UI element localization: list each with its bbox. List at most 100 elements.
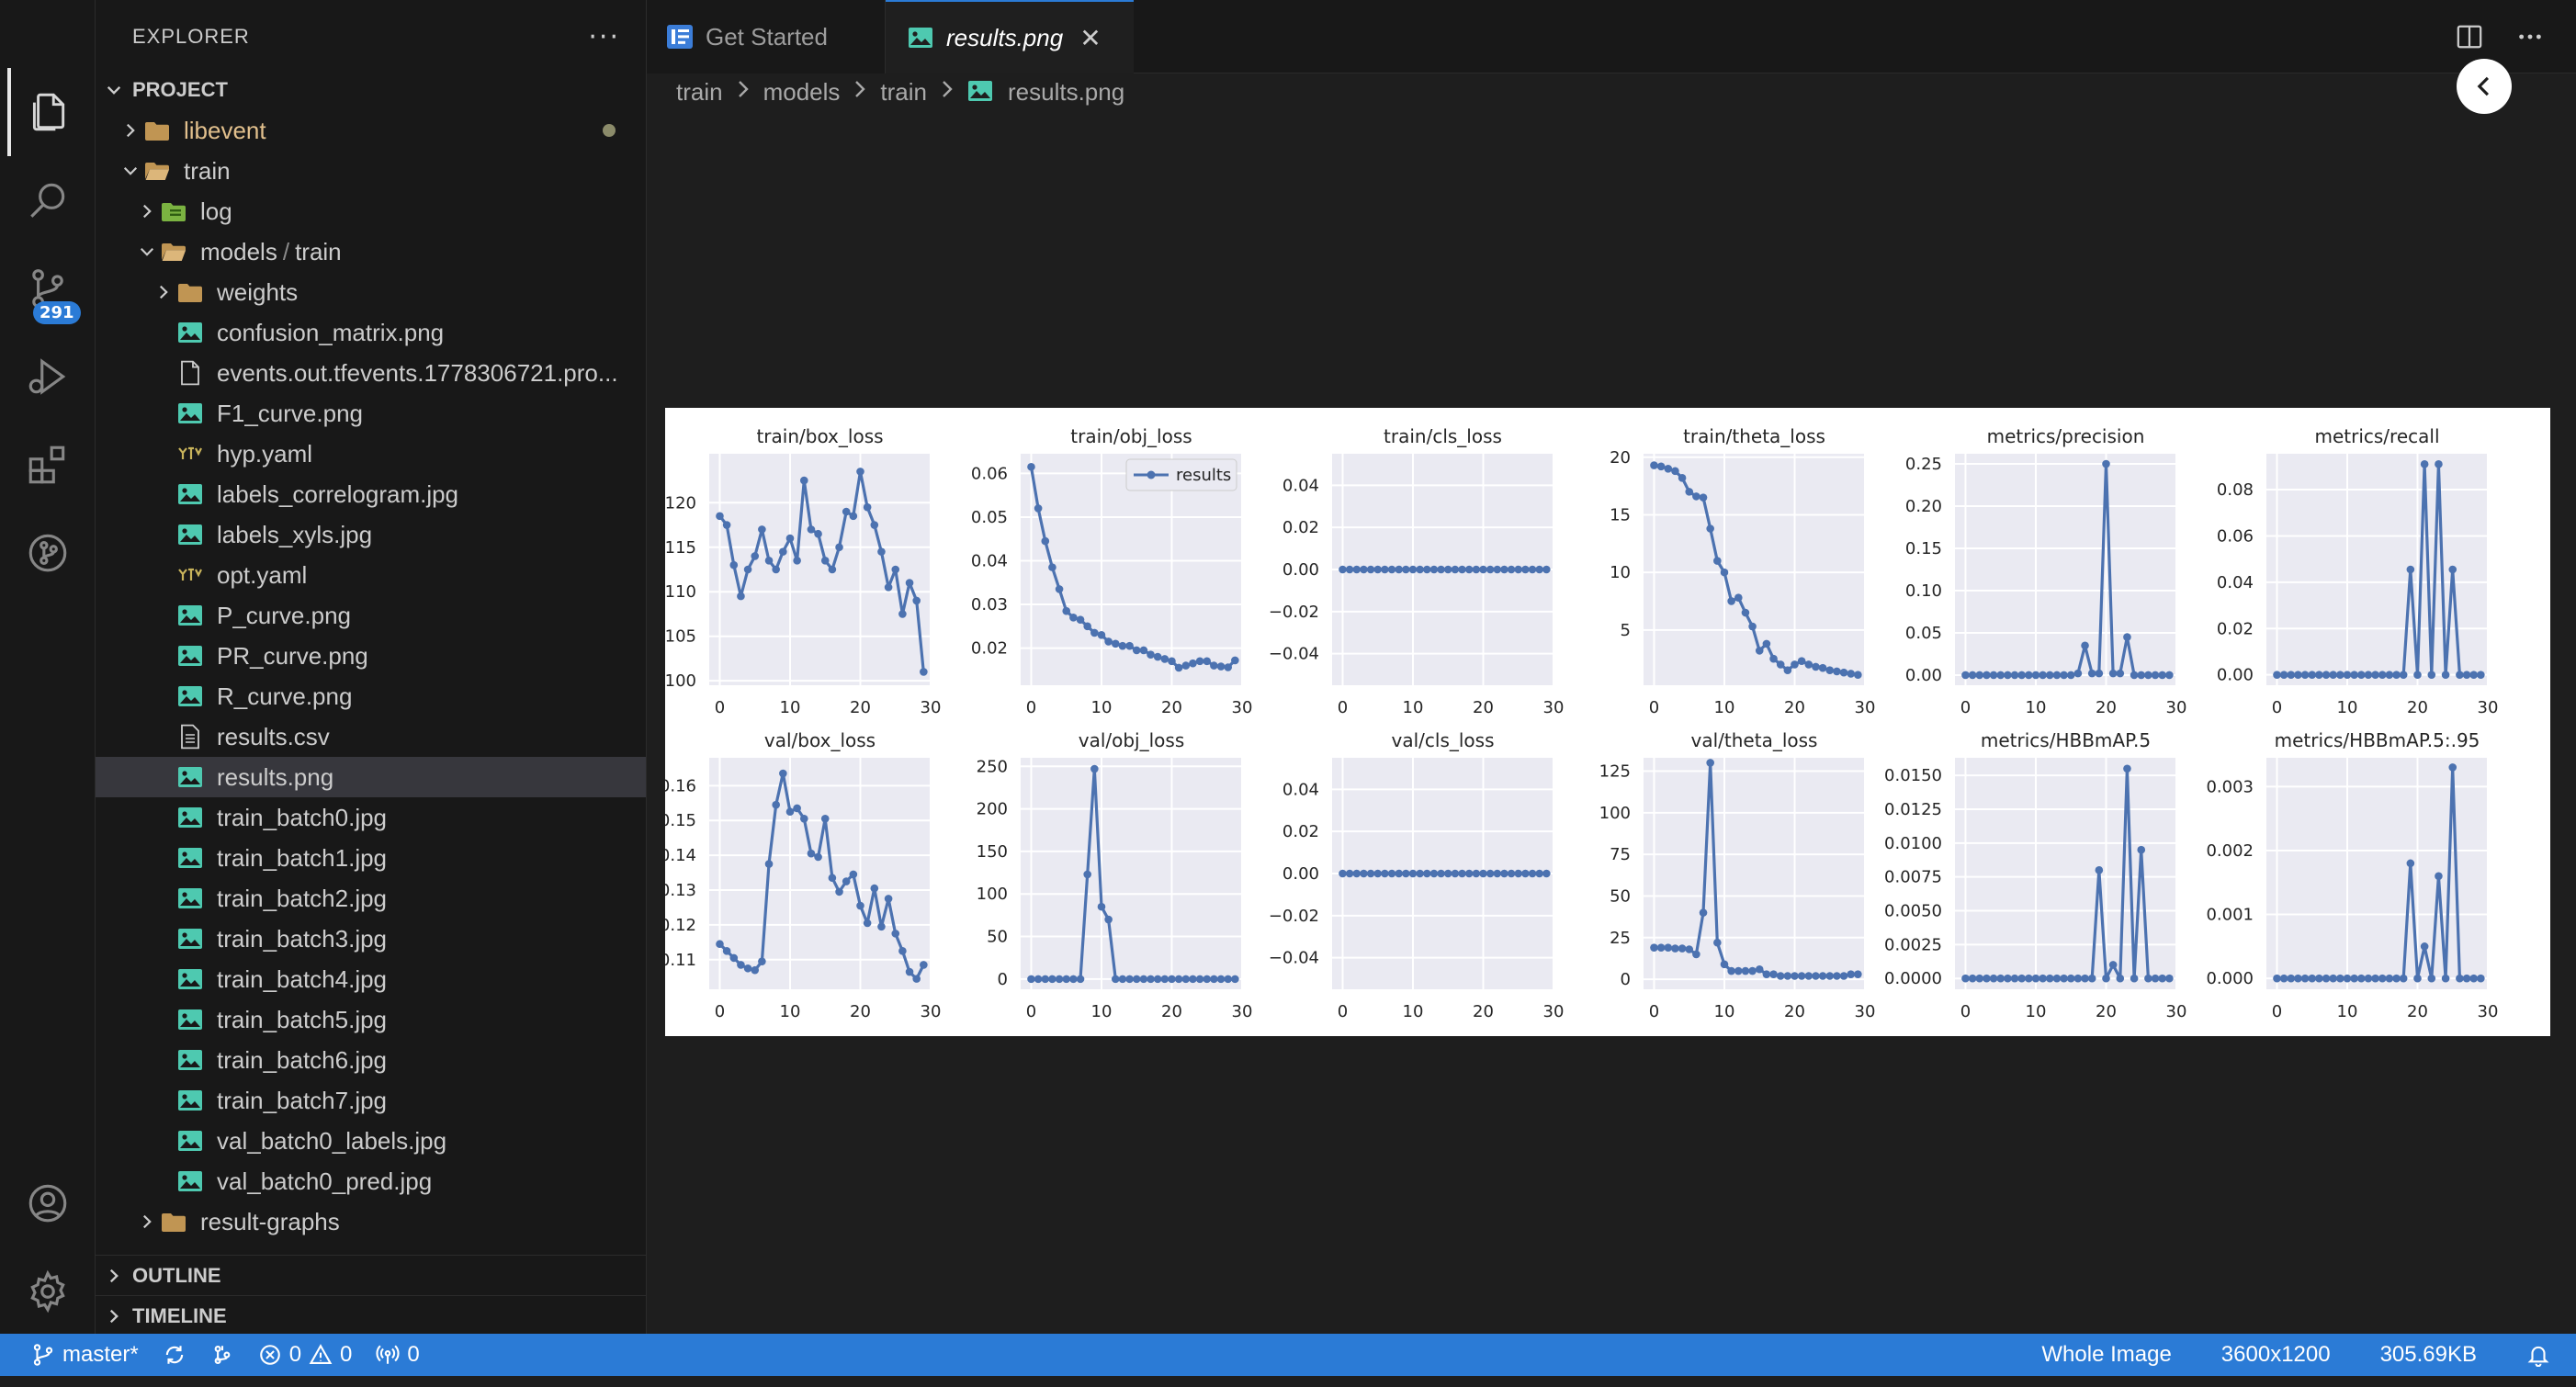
- project-section-header[interactable]: PROJECT: [96, 70, 646, 110]
- tree-item[interactable]: opt.yaml: [96, 555, 646, 595]
- tree-item[interactable]: hyp.yaml: [96, 434, 646, 474]
- data-point: [1416, 869, 1424, 878]
- tree-item[interactable]: labels_correlogram.jpg: [96, 474, 646, 514]
- tree-item-label: train_batch2.jpg: [217, 884, 388, 912]
- tree-item[interactable]: log: [96, 191, 646, 231]
- tab-get-started[interactable]: Get Started: [647, 0, 886, 73]
- data-point: [2095, 669, 2104, 678]
- outline-section-header[interactable]: OUTLINE: [96, 1255, 646, 1295]
- zoom-status[interactable]: Whole Image: [2041, 1342, 2171, 1368]
- breadcrumb-item[interactable]: models: [763, 78, 841, 107]
- tree-item[interactable]: train_batch7.jpg: [96, 1080, 646, 1121]
- git-branch-icon: [33, 1344, 53, 1366]
- tree-item[interactable]: labels_xyls.jpg: [96, 514, 646, 555]
- search-icon[interactable]: [0, 156, 96, 244]
- data-point: [1975, 974, 1984, 983]
- notifications-bell-icon[interactable]: [2526, 1343, 2550, 1367]
- breadcrumb-item[interactable]: train: [880, 78, 927, 107]
- extensions-icon[interactable]: [0, 421, 96, 509]
- y-tick-label: 0.04: [1282, 476, 1319, 495]
- account-icon[interactable]: [0, 1159, 96, 1247]
- data-point: [1656, 943, 1666, 952]
- x-tick-label: 10: [2337, 698, 2358, 717]
- back-button[interactable]: [2457, 59, 2512, 114]
- data-point: [1783, 972, 1792, 980]
- data-point: [1139, 975, 1148, 984]
- tree-item-label: confusion_matrix.png: [217, 318, 445, 346]
- tree-item[interactable]: result-graphs: [96, 1201, 646, 1242]
- data-point: [1345, 565, 1354, 574]
- tree-item-label: train_batch1.jpg: [217, 843, 388, 872]
- breadcrumb-item[interactable]: train: [676, 78, 723, 107]
- data-point: [2427, 671, 2436, 679]
- chevron-down-icon[interactable]: [118, 163, 143, 179]
- data-point: [2441, 974, 2450, 983]
- tree-item[interactable]: PR_curve.png: [96, 636, 646, 676]
- chevron-right-icon[interactable]: [151, 284, 176, 300]
- chevron-down-icon[interactable]: [134, 243, 160, 260]
- more-actions-icon[interactable]: [2512, 18, 2548, 55]
- tree-item[interactable]: F1_curve.png: [96, 393, 646, 434]
- more-actions-icon[interactable]: ···: [588, 21, 620, 53]
- data-point: [1996, 671, 2005, 680]
- timeline-section-header[interactable]: TIMELINE: [96, 1295, 646, 1334]
- split-editor-icon[interactable]: [2451, 18, 2488, 55]
- data-point: [2385, 671, 2394, 679]
- data-point: [1535, 565, 1543, 574]
- explorer-sidebar: EXPLORER ··· PROJECT libevent train log mod…: [96, 0, 647, 1334]
- chevron-right-icon[interactable]: [118, 122, 143, 139]
- data-point: [2385, 974, 2394, 983]
- run-debug-icon[interactable]: [0, 333, 96, 421]
- git-graph-status-icon[interactable]: [210, 1343, 234, 1367]
- problems-status[interactable]: 0 0: [258, 1342, 352, 1368]
- y-tick-label: 0.06: [2217, 526, 2254, 546]
- chevron-right-icon[interactable]: [134, 1213, 160, 1230]
- data-point: [2322, 974, 2331, 983]
- tree-item[interactable]: train: [96, 151, 646, 191]
- tree-item[interactable]: train_batch3.jpg: [96, 919, 646, 959]
- tree-item[interactable]: results.png: [96, 757, 646, 797]
- tree-item[interactable]: train_batch6.jpg: [96, 1040, 646, 1080]
- image-preview[interactable]: 0.1000.1050.1100.1150.1200102030train/bo…: [665, 408, 2550, 1036]
- tree-item[interactable]: val_batch0_labels.jpg: [96, 1121, 646, 1161]
- modified-indicator: [603, 124, 616, 137]
- git-graph-icon[interactable]: [0, 509, 96, 597]
- tree-item[interactable]: train_batch4.jpg: [96, 959, 646, 999]
- data-point: [1231, 656, 1239, 665]
- chevron-right-icon[interactable]: [134, 203, 160, 220]
- data-point: [1762, 970, 1771, 978]
- tree-item[interactable]: events.out.tfevents.1778306721.pro...: [96, 353, 646, 393]
- data-point: [751, 552, 760, 560]
- warning-icon: [309, 1344, 333, 1364]
- ports-status[interactable]: 0: [376, 1342, 420, 1368]
- tree-item[interactable]: confusion_matrix.png: [96, 312, 646, 353]
- tree-item[interactable]: results.csv: [96, 716, 646, 757]
- tree-item[interactable]: train_batch1.jpg: [96, 838, 646, 878]
- breadcrumb-item[interactable]: results.png: [1008, 78, 1124, 107]
- tree-item[interactable]: weights: [96, 272, 646, 312]
- data-point: [898, 610, 907, 618]
- data-point: [1216, 662, 1226, 671]
- tab-results-png[interactable]: results.png ✕: [886, 0, 1134, 73]
- close-tab-icon[interactable]: ✕: [1079, 23, 1101, 53]
- settings-gear-icon[interactable]: [0, 1247, 96, 1336]
- tree-item[interactable]: libevent: [96, 110, 646, 151]
- tree-item[interactable]: models / train: [96, 231, 646, 272]
- tree-item[interactable]: train_batch5.jpg: [96, 999, 646, 1040]
- sync-icon[interactable]: [163, 1343, 186, 1367]
- tree-item[interactable]: train_batch2.jpg: [96, 878, 646, 919]
- data-point: [1458, 565, 1466, 574]
- data-point: [870, 521, 879, 529]
- source-control-icon[interactable]: 291: [0, 244, 96, 333]
- branch-status[interactable]: master*: [31, 1342, 139, 1368]
- tree-item[interactable]: R_curve.png: [96, 676, 646, 716]
- data-point: [1027, 975, 1035, 984]
- data-point: [2165, 671, 2174, 680]
- explorer-icon[interactable]: [0, 68, 96, 156]
- tree-item[interactable]: P_curve.png: [96, 595, 646, 636]
- data-point: [2420, 460, 2429, 468]
- tree-item[interactable]: val_batch0_pred.jpg: [96, 1161, 646, 1201]
- tree-item[interactable]: train_batch0.jpg: [96, 797, 646, 838]
- data-point: [1804, 660, 1813, 669]
- data-point: [2010, 671, 2019, 680]
